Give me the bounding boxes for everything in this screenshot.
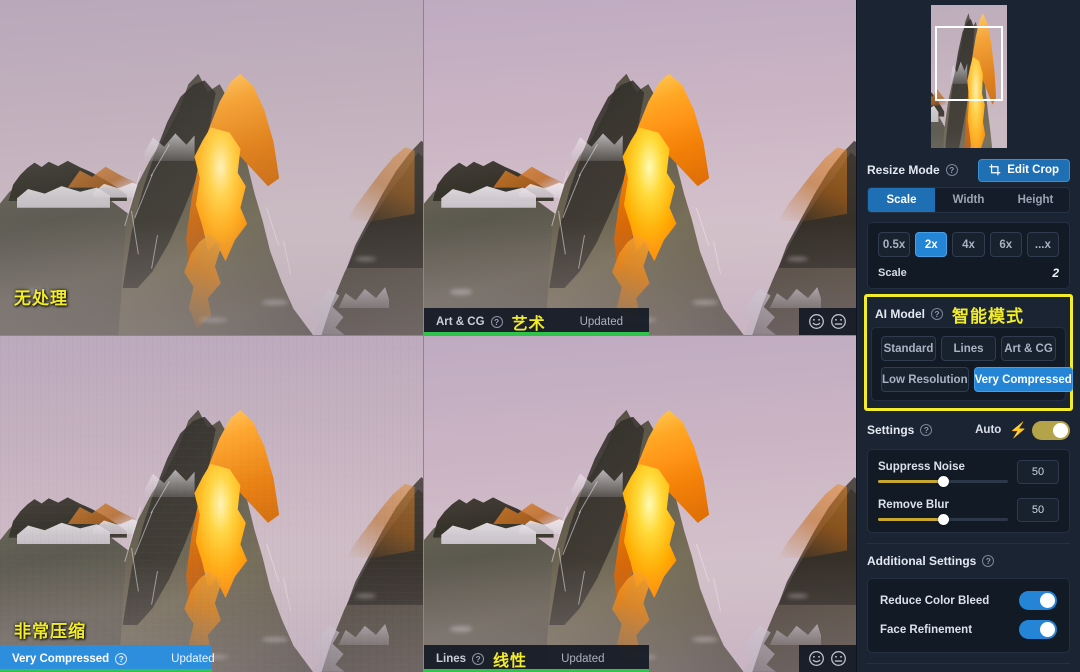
model-statusbar-very-compressed[interactable]: Very Compressed ? Updated [0,645,215,672]
settings-header: Settings ? Auto ⚡ [867,413,1070,447]
rating-faces-art-cg[interactable] [799,308,856,335]
ai-model-lines[interactable]: Lines [941,336,996,361]
slider-track[interactable] [878,514,1008,525]
settings-title: Settings [867,423,915,437]
app-root: 无处理 Art & CG ? 艺术 Updated 非常压缩 Very Comp… [0,0,1080,672]
toggle-row-reduce-color-bleed: Reduce Color Bleed [880,586,1057,615]
slider-thumb[interactable] [938,514,949,525]
smiley-face-icon[interactable] [808,650,825,667]
grid-cell-original[interactable]: 无处理 [0,0,424,336]
additional-toggles-group: Reduce Color Bleed Face Refinement [867,578,1070,653]
scale-value-row: Scale 2 [878,266,1059,280]
crop-rect-overlay[interactable] [934,26,1003,101]
ai-model-title: AI Model [875,307,925,321]
model-statusbar-art-cg[interactable]: Art & CG ? 艺术 Updated [424,308,649,335]
ai-model-section-highlight: AI Model ? 智能模式 Standard Lines Art & CG … [864,294,1073,411]
mountain-image-lines [424,336,856,672]
comparison-grid: 无处理 Art & CG ? 艺术 Updated 非常压缩 Very Comp… [0,0,856,672]
slider-suppress-noise: Suppress Noise 50 [878,460,1059,487]
mountain-image-art-cg [424,0,856,335]
mountain-image-original [0,0,423,335]
edit-crop-button[interactable]: Edit Crop [978,158,1070,182]
preview-thumbnail[interactable] [930,5,1007,148]
ai-model-standard[interactable]: Standard [881,336,936,361]
model-name-label: Lines [436,652,467,665]
model-statusbar-lines[interactable]: Lines ? 线性 Updated [424,645,649,672]
ai-model-cn-annotation: 智能模式 [952,306,1024,326]
slider-label: Remove Blur [878,499,949,511]
tab-height[interactable]: Height [1002,188,1069,212]
grid-cell-very-compressed[interactable]: 非常压缩 Very Compressed ? Updated [0,336,424,672]
smiley-face-icon[interactable] [808,313,825,330]
slider-remove-blur: Remove Blur 50 [878,498,1059,525]
grid-cell-lines[interactable]: Lines ? 线性 Updated [424,336,856,672]
toggle-label: Reduce Color Bleed [880,594,990,607]
resize-mode-header: Resize Mode ? Edit Crop [867,153,1070,187]
scale-row-label: Scale [878,267,907,279]
scale-chip-0_5x[interactable]: 0.5x [878,232,911,257]
progress-bar [424,332,649,335]
ai-model-low-resolution[interactable]: Low Resolution [881,367,969,392]
preview-panel[interactable] [857,0,1080,153]
scale-chip-row[interactable]: 0.5x 2x 4x 6x ...x [878,232,1060,257]
scale-chip-2x[interactable]: 2x [915,232,948,257]
slider-label: Suppress Noise [878,461,965,473]
auto-label: Auto [975,424,1002,436]
sliders-group: Suppress Noise 50 Remove Blur 50 [867,449,1070,533]
help-icon[interactable]: ? [931,308,943,320]
ai-model-options: Standard Lines Art & CG Low Resolution V… [871,327,1073,401]
model-cn-label: 线性 [493,652,528,670]
scale-chip-6x[interactable]: 6x [989,232,1022,257]
grid-cell-art-cg[interactable]: Art & CG ? 艺术 Updated [424,0,856,336]
slider-value-input[interactable]: 50 [1017,460,1059,484]
mountain-image-very-compressed [0,336,423,672]
reduce-color-bleed-toggle[interactable] [1019,591,1057,610]
model-name-label: Art & CG [436,315,485,328]
scale-chip-custom[interactable]: ...x [1026,232,1060,257]
edit-crop-label: Edit Crop [1007,164,1059,176]
ai-model-header: AI Model ? 智能模式 [871,301,1066,327]
slider-track[interactable] [878,476,1008,487]
additional-settings-section: Additional Settings ? Reduce Color Bleed… [857,544,1080,664]
ai-model-row-2[interactable]: Low Resolution Very Compressed [881,367,1073,392]
resize-mode-section: Resize Mode ? Edit Crop Scale Width Heig… [857,153,1080,289]
scale-group: 0.5x 2x 4x 6x ...x Scale 2 [867,222,1070,289]
additional-settings-header: Additional Settings ? [867,544,1070,578]
auto-toggle[interactable] [1032,420,1070,440]
crop-icon [989,164,1001,176]
toggle-row-face-refinement: Face Refinement [880,615,1057,644]
scale-row-value: 2 [1052,266,1059,280]
ai-model-art-cg[interactable]: Art & CG [1001,336,1056,361]
lightning-bolt-icon: ⚡ [1009,421,1028,439]
model-status-label: Updated [561,652,605,665]
scale-chip-4x[interactable]: 4x [952,232,985,257]
tab-scale[interactable]: Scale [868,188,935,212]
resize-mode-title: Resize Mode [867,163,940,177]
help-icon[interactable]: ? [490,315,503,328]
settings-sidebar: Resize Mode ? Edit Crop Scale Width Heig… [856,0,1080,672]
resize-mode-tabs[interactable]: Scale Width Height [867,187,1070,213]
toggle-label: Face Refinement [880,623,973,636]
divider [867,663,1070,664]
help-icon[interactable]: ? [982,555,995,567]
model-status-label: Updated [579,315,624,328]
ai-model-row-1[interactable]: Standard Lines Art & CG [881,336,1056,361]
neutral-face-icon[interactable] [830,650,847,667]
slider-thumb[interactable] [938,476,949,487]
slider-value-input[interactable]: 50 [1017,498,1059,522]
model-status-label: Updated [171,652,215,665]
additional-settings-title: Additional Settings [867,554,977,568]
model-name-label: Very Compressed [12,652,110,665]
help-icon[interactable]: ? [472,652,485,665]
neutral-face-icon[interactable] [830,313,847,330]
model-cn-label: 艺术 [511,315,546,333]
rating-faces-lines[interactable] [799,645,856,672]
help-icon[interactable]: ? [945,164,958,176]
ai-model-very-compressed[interactable]: Very Compressed [973,367,1073,392]
help-icon[interactable]: ? [920,424,933,436]
tab-width[interactable]: Width [935,188,1002,212]
face-refinement-toggle[interactable] [1019,620,1057,639]
settings-section: Settings ? Auto ⚡ Suppress Noise 50 Remo… [857,413,1080,544]
help-icon[interactable]: ? [115,652,128,665]
